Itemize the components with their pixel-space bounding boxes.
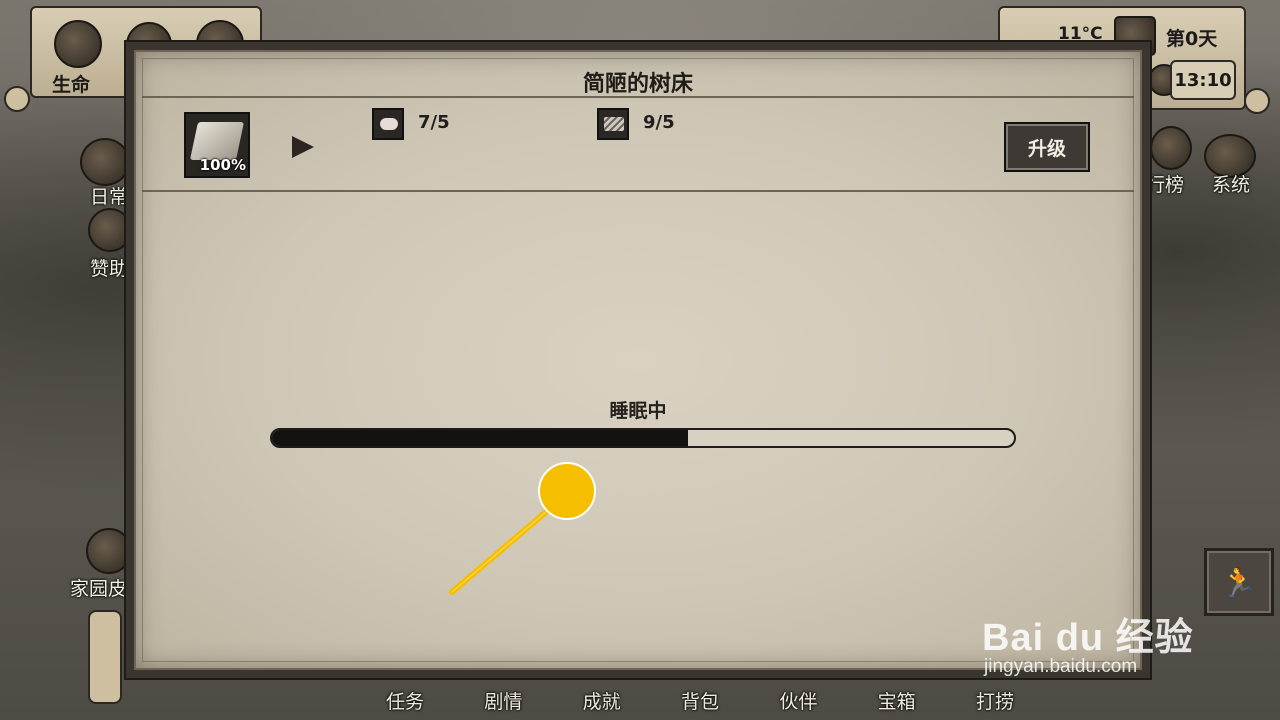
side-label-daily[interactable]: 日常 [90, 182, 128, 209]
resource-amount-wood: 9/5 [643, 112, 675, 133]
time-value: 13:10 [1174, 69, 1232, 91]
side-label-home-skin[interactable]: 家园皮 [70, 574, 127, 601]
meat-icon [372, 108, 404, 140]
dialog-paper: 简陋的树床 100% 7/5 9/5 升级 睡眠中 [134, 50, 1142, 670]
nav-story[interactable]: 剧情 [478, 687, 528, 714]
baidu-url: jingyan.baidu.com [984, 656, 1138, 677]
resource-amount-meat: 7/5 [418, 112, 450, 133]
side-label-system[interactable]: 系统 [1212, 170, 1250, 197]
day-counter: 第0天 [1166, 28, 1218, 50]
sleep-progress-bar [270, 428, 1016, 448]
leaderboard-icon[interactable] [1150, 126, 1192, 170]
nav-companions[interactable]: 伙伴 [773, 687, 823, 714]
sleep-status: 睡眠中 [609, 400, 667, 422]
running-man-icon: 🏃 [1220, 564, 1258, 600]
bottom-left-scroll [88, 610, 122, 704]
nav-chest[interactable]: 宝箱 [872, 687, 922, 714]
health-icon[interactable] [54, 20, 102, 68]
item-percent: 100% [199, 156, 246, 174]
arrow-right-icon [292, 136, 314, 158]
upgrade-button[interactable]: 升级 [1004, 122, 1090, 172]
side-label-sponsor[interactable]: 赞助 [90, 254, 128, 281]
scroll-end-right [1244, 88, 1270, 114]
sleep-progress-fill [272, 430, 688, 446]
health-label: 生命 [52, 74, 91, 96]
baidu-logo: Bai du 经验 [982, 617, 1194, 659]
title-divider [142, 96, 1134, 98]
nav-tasks[interactable]: 任务 [380, 687, 430, 714]
dialog-title: 简陋的树床 [582, 72, 693, 97]
header-divider [142, 190, 1134, 192]
exit-run-button[interactable]: 🏃 [1204, 548, 1274, 616]
wood-icon [597, 108, 629, 140]
nav-backpack[interactable]: 背包 [675, 687, 725, 714]
nav-salvage[interactable]: 打捞 [970, 687, 1020, 714]
nav-achievements[interactable]: 成就 [577, 687, 627, 714]
scroll-end-left [4, 86, 30, 112]
time-display: 13:10 [1170, 60, 1236, 100]
bed-thumbnail[interactable]: 100% [184, 112, 250, 178]
bed-dialog: 简陋的树床 100% 7/5 9/5 升级 睡眠中 [124, 40, 1152, 680]
baidu-watermark: Bai du 经验 jingyan.baidu.com [982, 606, 1194, 677]
bottom-nav: 任务 剧情 成就 背包 伙伴 宝箱 打捞 [380, 680, 1020, 720]
daily-icon[interactable] [80, 138, 130, 186]
bed-icon [189, 122, 245, 160]
